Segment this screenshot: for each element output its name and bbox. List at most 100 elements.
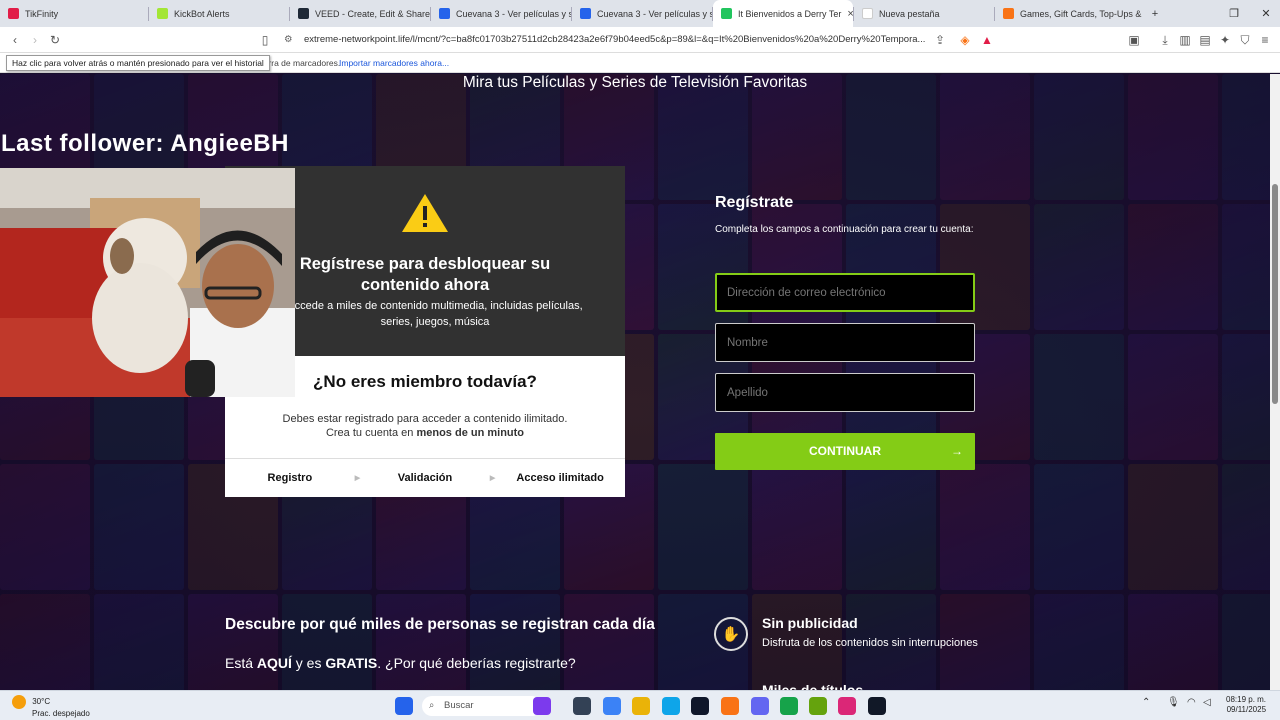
obs-icon[interactable] xyxy=(868,697,886,715)
page-scrollbar[interactable] xyxy=(1270,74,1280,690)
email-field[interactable] xyxy=(715,273,975,312)
tab-title: KickBot Alerts xyxy=(174,8,230,19)
tab-favicon-icon xyxy=(1003,8,1014,19)
import-bookmarks-link[interactable]: Importar marcadores ahora... xyxy=(339,58,449,68)
why-bold-aqui: AQUÍ xyxy=(256,655,292,671)
minecraft-icon[interactable] xyxy=(809,697,827,715)
member-text-line2: Crea tu cuenta en menos de un minuto xyxy=(225,426,625,440)
web-page: Mira tus Películas y Series de Televisió… xyxy=(0,74,1270,690)
download-icon[interactable]: ⤓ xyxy=(1156,31,1174,49)
new-tab-button[interactable]: + xyxy=(1137,0,1173,27)
tab-title: Nueva pestaña xyxy=(879,8,940,19)
restore-icon[interactable]: ❐ xyxy=(1216,0,1252,27)
feature-title-2: Miles de títulos xyxy=(762,682,864,690)
forward-icon[interactable]: › xyxy=(26,31,44,49)
bookmark-icon[interactable]: ▯ xyxy=(256,31,274,49)
brave-shield-icon[interactable]: ◈ xyxy=(956,31,974,49)
tab-title: TikFinity xyxy=(25,8,59,19)
browser-tab[interactable]: TikFinity xyxy=(0,0,148,27)
search-icon: ⌕ xyxy=(429,700,435,711)
hand-stop-icon: ✋ xyxy=(714,617,748,651)
search-placeholder: Buscar xyxy=(444,700,474,711)
webcam-overlay xyxy=(0,168,295,397)
step-acceso: Acceso ilimitado xyxy=(516,472,604,484)
menu-icon[interactable]: ≡ xyxy=(1256,31,1274,49)
clock-date: 09/11/2025 xyxy=(1226,705,1267,714)
continue-button[interactable]: CONTINUAR → xyxy=(715,433,975,470)
mic-icon[interactable]: 🎙 xyxy=(1167,697,1180,715)
discord-icon[interactable] xyxy=(751,697,769,715)
tab-strip: TikFinity KickBot Alerts VEED - Create, Ed… xyxy=(0,0,1280,27)
tray-chevron-icon[interactable]: ⌃ xyxy=(1142,697,1154,715)
tab-title: It Bienvenidos a Derry Ter xyxy=(738,8,842,19)
unlock-subtitle: Accede a miles de contenido multimedia, … xyxy=(287,300,583,328)
tiktok-icon[interactable] xyxy=(838,697,856,715)
member-text-line1: Debes estar registrado para acceder a co… xyxy=(282,413,568,425)
share-icon[interactable]: ⇪ xyxy=(931,31,949,49)
spotify-icon[interactable] xyxy=(780,697,798,715)
back-icon[interactable]: ‹ xyxy=(6,31,24,49)
reload-icon[interactable]: ↻ xyxy=(46,31,64,49)
browser-tab[interactable]: It Bienvenidos a Derry Ter × xyxy=(713,0,853,27)
why-title: Descubre por qué miles de personas se re… xyxy=(225,616,655,633)
steps-bar: Registro ▶ Validación ▶ Acceso ilimitado xyxy=(225,458,625,497)
why-prefix: Está xyxy=(225,655,254,671)
last-name-field[interactable] xyxy=(715,373,975,412)
first-name-field[interactable] xyxy=(715,323,975,362)
sidebar-icon[interactable]: ▥ xyxy=(1176,31,1194,49)
why-suffix: . ¿Por qué deberías registrarte? xyxy=(377,655,576,671)
arrow-right-icon: → xyxy=(951,444,963,458)
wifi-icon[interactable]: ◠ xyxy=(1187,697,1199,715)
browser-tab[interactable]: Nueva pestaña xyxy=(854,0,994,27)
clock-time: 08:19 p. m. xyxy=(1226,695,1267,704)
leo-icon[interactable]: ✦ xyxy=(1216,31,1234,49)
scrollbar-thumb[interactable] xyxy=(1272,184,1278,404)
file-explorer-icon[interactable] xyxy=(632,697,650,715)
weather-widget[interactable]: 30°C Prac. despejado xyxy=(12,695,90,719)
store-icon[interactable] xyxy=(691,697,709,715)
weather-sun-icon xyxy=(12,695,26,709)
tab-favicon-icon xyxy=(721,8,732,19)
close-tab-icon[interactable]: × xyxy=(841,8,853,20)
address-bar[interactable]: ⚙ extreme-networkpoint.life/l/mcnt/?c=ba… xyxy=(280,30,998,50)
system-clock[interactable]: 08:19 p. m. 09/11/2025 xyxy=(1226,695,1266,715)
task-view-icon[interactable] xyxy=(573,697,591,715)
tab-favicon-icon xyxy=(157,8,168,19)
edge-icon[interactable] xyxy=(662,697,680,715)
page-subtitle: Mira tus Películas y Series de Televisió… xyxy=(462,74,808,91)
weather-desc: Prac. despejado xyxy=(32,709,90,718)
widget-icon[interactable] xyxy=(533,697,551,715)
wallet-icon[interactable]: ▤ xyxy=(1196,31,1214,49)
tab-favicon-icon xyxy=(8,8,19,19)
screenshot-icon[interactable]: ▣ xyxy=(1125,31,1143,49)
member-text-bold: menos de un minuto xyxy=(416,427,525,439)
url-text: extreme-networkpoint.life/l/mcnt/?c=ba8f… xyxy=(304,34,926,45)
browser-tab[interactable]: Games, Gift Cards, Top-Ups & xyxy=(995,0,1155,27)
taskbar-search[interactable]: ⌕ Buscar xyxy=(422,696,542,716)
member-text-prefix: Crea tu cuenta en xyxy=(325,427,414,439)
browser-tab[interactable]: Cuevana 3 - Ver películas y se xyxy=(431,0,571,27)
feature-desc: Disfruta de los contenidos sin interrupc… xyxy=(762,637,978,649)
tab-favicon-icon xyxy=(580,8,591,19)
site-info-icon[interactable]: ⚙ xyxy=(284,30,293,50)
register-title: Regístrate xyxy=(715,194,794,211)
step-validacion: Validación xyxy=(397,472,453,484)
warning-icon xyxy=(402,194,448,232)
volume-icon[interactable]: ◁ xyxy=(1203,697,1215,715)
browser-tab[interactable]: VEED - Create, Edit & Share Vi xyxy=(290,0,430,27)
back-tooltip: Haz clic para volver atrás o mantén pres… xyxy=(6,55,270,71)
brave-icon[interactable] xyxy=(721,697,739,715)
weather-temp: 30°C xyxy=(32,697,51,707)
close-window-icon[interactable]: ✕ xyxy=(1248,0,1280,27)
member-text: Debes estar registrado para acceder a co… xyxy=(225,412,625,440)
feature-title: Sin publicidad xyxy=(762,615,858,631)
windows-start-icon[interactable] xyxy=(395,697,413,715)
vpn-icon[interactable]: ⛉ xyxy=(1236,31,1254,49)
copilot-icon[interactable] xyxy=(603,697,621,715)
rewards-icon[interactable]: ▲ xyxy=(978,31,996,49)
tab-title: Games, Gift Cards, Top-Ups & xyxy=(1020,8,1142,19)
browser-toolbar: ‹ › ↻ ▯ ⚙ extreme-networkpoint.life/l/mc… xyxy=(0,27,1280,53)
browser-tab[interactable]: KickBot Alerts xyxy=(149,0,289,27)
last-follower-label: Last follower: AngieeBH xyxy=(1,130,289,157)
browser-tab[interactable]: Cuevana 3 - Ver películas y se xyxy=(572,0,712,27)
